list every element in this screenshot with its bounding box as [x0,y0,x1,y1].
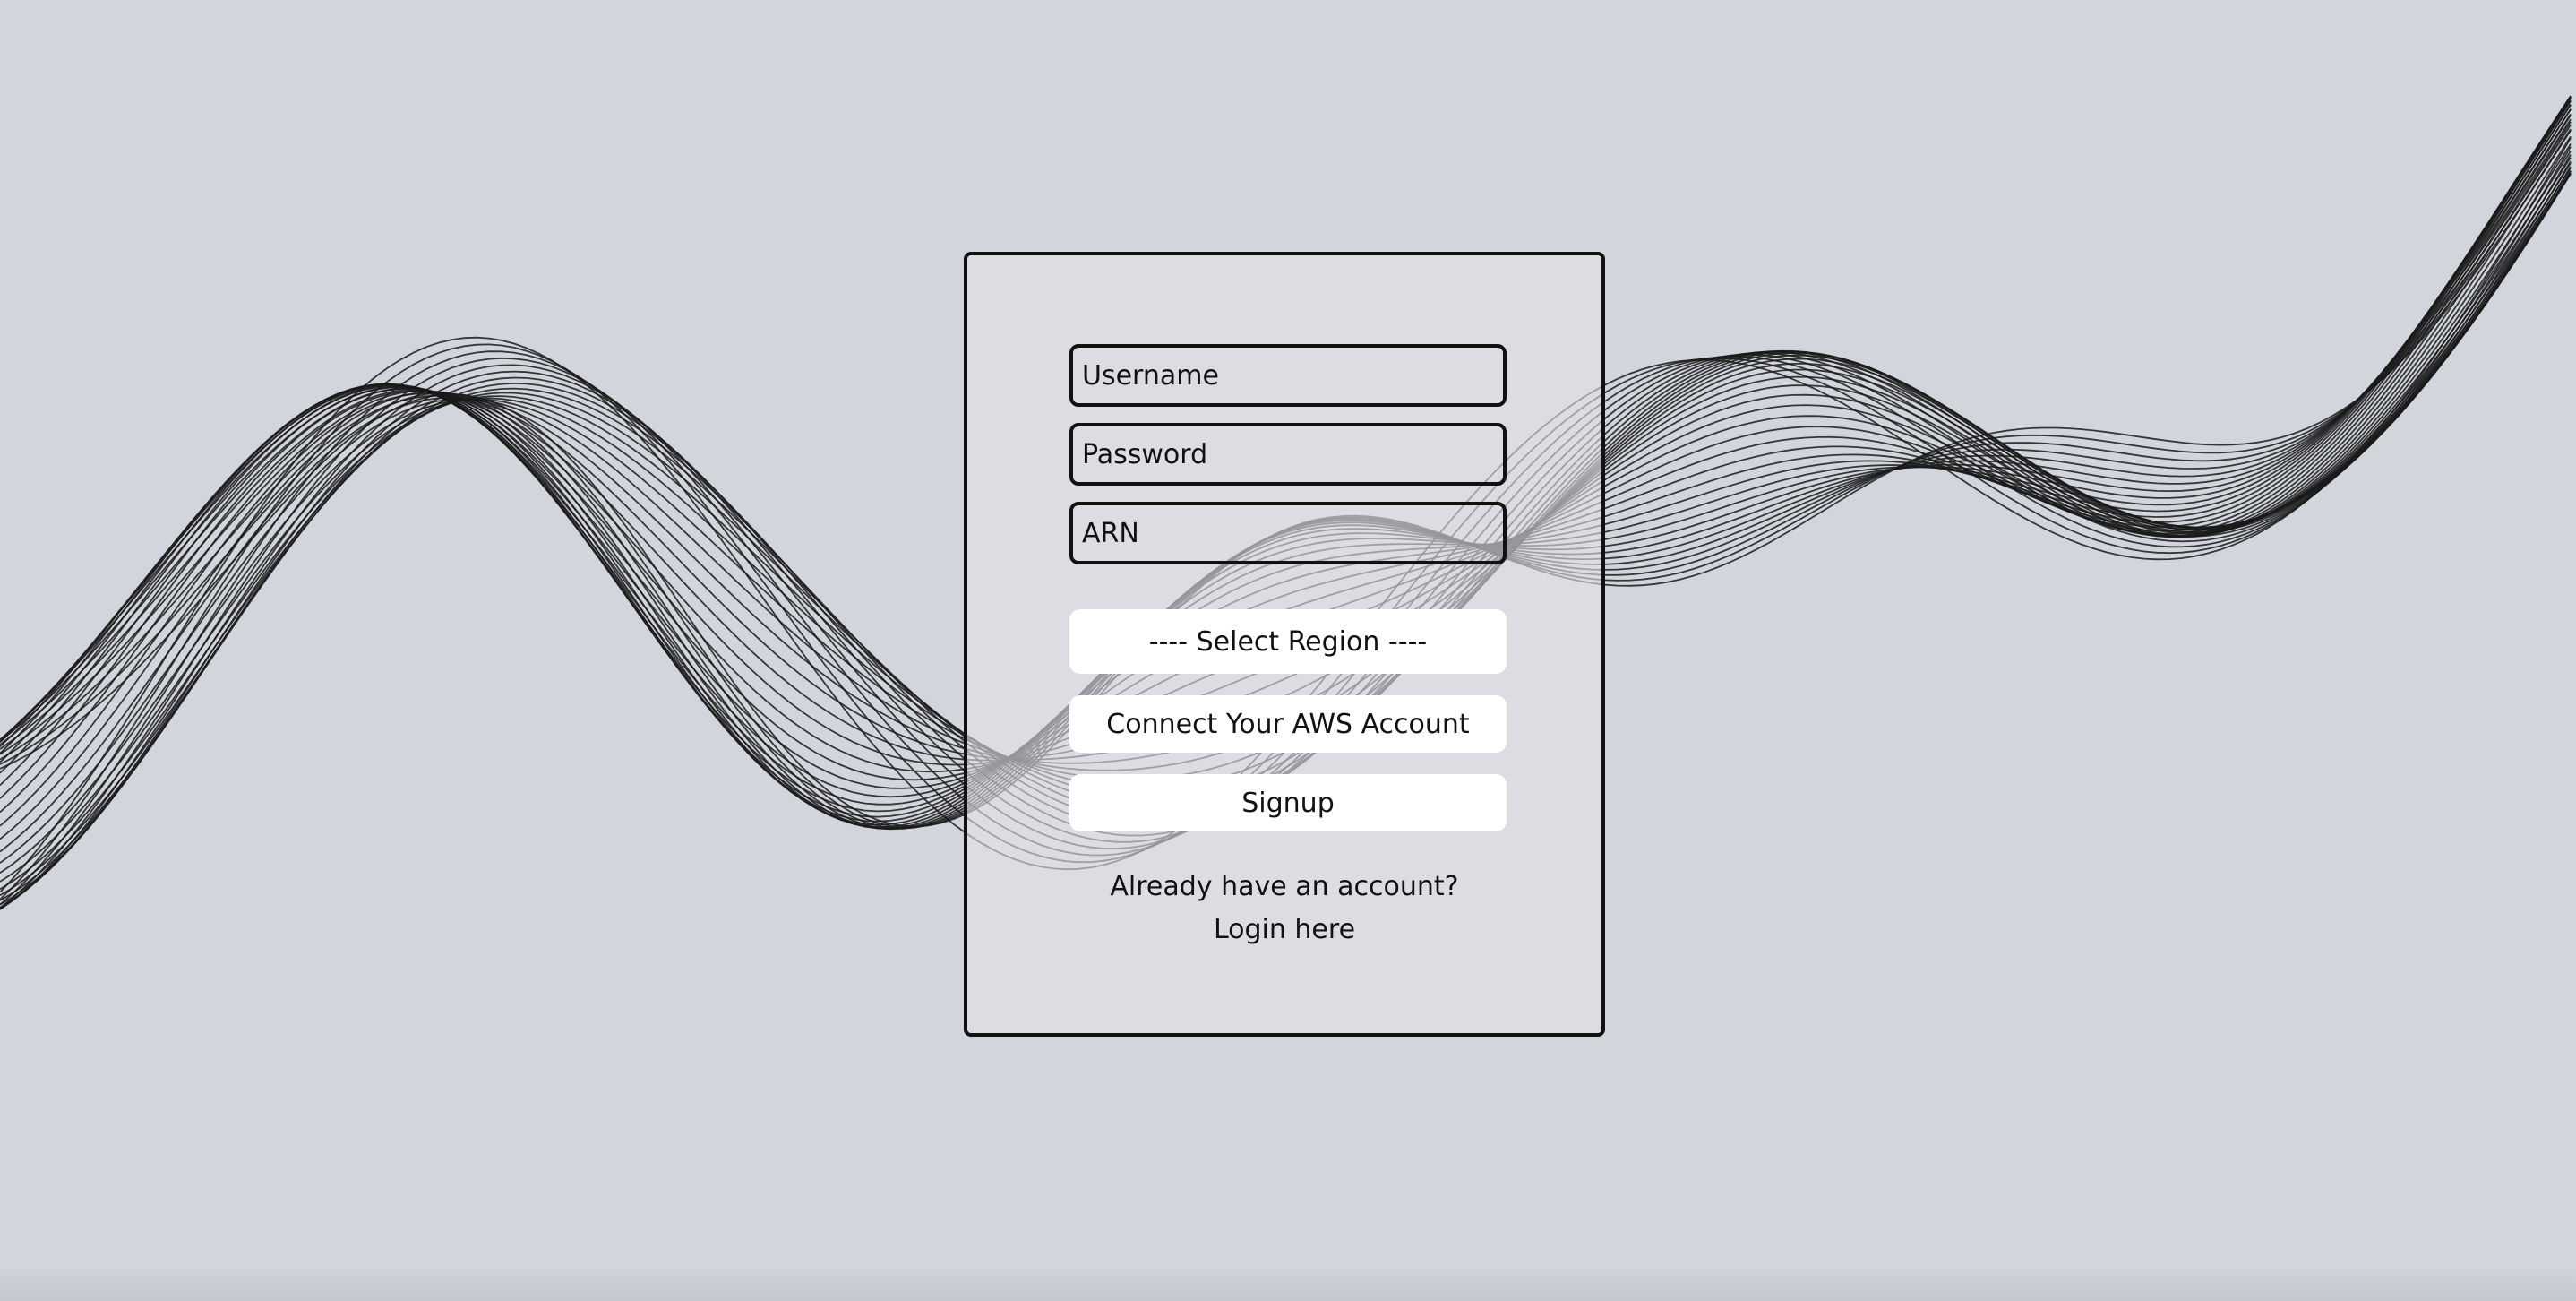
connect-aws-button[interactable]: Connect Your AWS Account [1069,695,1507,753]
password-input[interactable] [1069,423,1507,486]
username-input[interactable] [1069,344,1507,407]
signup-card: ---- Select Region ---- Connect Your AWS… [964,252,1605,1037]
bottom-shadow [0,1265,2576,1301]
have-account-text: Already have an account? [1110,871,1459,902]
login-link[interactable]: Login here [1214,914,1355,945]
arn-input[interactable] [1069,502,1507,564]
region-select[interactable]: ---- Select Region ---- [1069,609,1507,674]
signup-page: ---- Select Region ---- Connect Your AWS… [0,0,2576,1301]
signup-button[interactable]: Signup [1069,774,1507,831]
